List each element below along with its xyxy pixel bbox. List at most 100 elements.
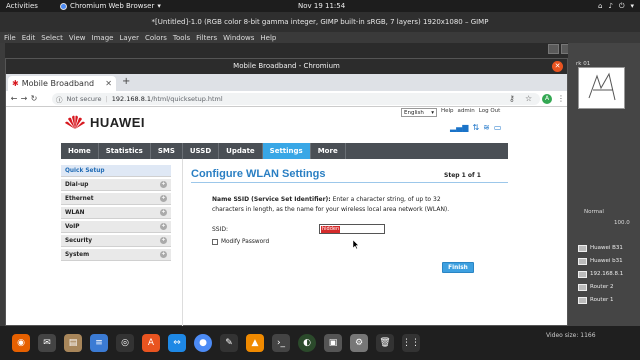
activities-button[interactable]: Activities <box>6 2 38 10</box>
url-host: 192.168.8.1 <box>111 95 152 103</box>
avatar[interactable]: A <box>542 94 552 104</box>
close-window-button[interactable]: ✕ <box>552 61 563 72</box>
rhythmbox-icon[interactable]: ◎ <box>116 334 134 352</box>
help-link[interactable]: Help <box>441 108 454 114</box>
layer-name: 192.168.8.1 <box>590 271 624 277</box>
chevron-down-icon: ▾ <box>157 2 161 10</box>
new-tab-button[interactable]: + <box>122 76 130 87</box>
nav-sms[interactable]: SMS <box>151 143 183 159</box>
system-tray[interactable]: ⌂ ♪ ⏻ ▾ <box>598 2 634 11</box>
language-select[interactable]: English ▾ <box>401 108 437 117</box>
opacity-value[interactable]: 100.0 <box>614 220 630 226</box>
sidebar-item-ethernet[interactable]: Ethernet + <box>61 193 171 205</box>
settings-sidebar: Quick Setup Dial-up + Ethernet + WLAN + VoI… <box>61 165 171 263</box>
sidebar-item-dial-up[interactable]: Dial-up + <box>61 179 171 191</box>
trash-icon[interactable]: 🗑 <box>376 334 394 352</box>
huawei-favicon-icon: ✱ <box>12 79 19 88</box>
layer-mode[interactable]: Normal <box>584 209 604 215</box>
modify-password-label: Modify Password <box>221 239 270 245</box>
checkbox-box[interactable] <box>212 239 218 245</box>
window-title: Mobile Broadband - Chromium <box>233 62 340 70</box>
menu-help[interactable]: Help <box>260 34 276 42</box>
tab-mobile-broadband[interactable]: ✱ Mobile Broadband ✕ <box>8 76 116 91</box>
nav-home[interactable]: Home <box>61 143 99 159</box>
gimp-icon[interactable]: ✎ <box>220 334 238 352</box>
layer-thumb <box>578 296 587 304</box>
close-tab-icon[interactable]: ✕ <box>105 79 112 88</box>
menu-view[interactable]: View <box>69 34 86 42</box>
network-icon: ⌂ <box>598 1 603 10</box>
menu-edit[interactable]: Edit <box>22 34 36 42</box>
back-icon[interactable]: ← <box>9 94 19 103</box>
ssid-label: SSID: <box>212 226 229 233</box>
video-size-readout: Video size: 1166 <box>546 332 596 339</box>
sidebar-item-voip[interactable]: VoIP + <box>61 221 171 233</box>
huawei-flower-icon <box>65 115 85 129</box>
nav-ussd[interactable]: USSD <box>183 143 220 159</box>
expand-icon: + <box>160 251 167 258</box>
layer-row[interactable]: 192.168.8.1 <box>578 269 640 279</box>
sidebar-item-label: System <box>65 251 90 258</box>
terminal-icon[interactable]: ›_ <box>272 334 290 352</box>
menu-filters[interactable]: Filters <box>196 34 217 42</box>
nav-settings[interactable]: Settings <box>262 143 311 159</box>
sidebar-item-system[interactable]: System + <box>61 249 171 261</box>
menu-select[interactable]: Select <box>41 34 63 42</box>
tool-button[interactable] <box>548 44 559 54</box>
video-size-label: Video size: <box>546 332 579 339</box>
expand-icon: + <box>160 237 167 244</box>
vlc-icon[interactable]: ▲ <box>246 334 264 352</box>
menu-icon[interactable]: ⋮ <box>557 94 565 103</box>
power-icon: ⏻ <box>618 1 625 10</box>
layer-thumb <box>578 244 587 252</box>
layer-row[interactable]: Router 1 <box>578 295 640 305</box>
menu-windows[interactable]: Windows <box>223 34 254 42</box>
chromium-icon <box>59 2 67 10</box>
nav-statistics[interactable]: Statistics <box>99 143 151 159</box>
thunderbird-icon[interactable]: ✉ <box>38 334 56 352</box>
brand-name: HUAWEI <box>90 114 145 130</box>
url-path: /html/quicksetup.html <box>151 95 223 103</box>
finish-button[interactable]: Finish <box>442 262 474 273</box>
image-thumbnail[interactable] <box>578 67 625 109</box>
gimp-window-title: *[Untitled]-1.0 (RGB color 8-bit gamma i… <box>0 12 640 32</box>
menu-file[interactable]: File <box>4 34 16 42</box>
status-icons: ▂▄▆ ⇅ ≋ ▭ <box>450 123 501 132</box>
sidebar-item-wlan[interactable]: WLAN + <box>61 207 171 219</box>
mouse-cursor-icon <box>353 240 359 249</box>
admin-link[interactable]: admin <box>458 108 475 114</box>
app-menu[interactable]: Chromium Web Browser ▾ <box>59 2 161 10</box>
nav-more[interactable]: More <box>311 143 346 159</box>
sidebar-item-security[interactable]: Security + <box>61 235 171 247</box>
sidebar-item-quick-setup[interactable]: Quick Setup <box>61 165 171 177</box>
reload-icon[interactable]: ↻ <box>29 94 39 103</box>
layer-row[interactable]: Huawei B31 <box>578 243 640 253</box>
logout-link[interactable]: Log Out <box>479 108 501 114</box>
nav-update[interactable]: Update <box>219 143 263 159</box>
menu-image[interactable]: Image <box>92 34 114 42</box>
star-icon[interactable]: ☆ <box>525 94 532 103</box>
writer-icon[interactable]: ≡ <box>90 334 108 352</box>
settings-icon[interactable]: ⚙ <box>350 334 368 352</box>
firefox-icon[interactable]: ◉ <box>12 334 30 352</box>
address-bar[interactable]: ⓘ Not secure | 192.168.8.1/html/quickset… <box>52 93 540 105</box>
chevron-down-icon: ▾ <box>431 110 434 116</box>
forward-icon[interactable]: → <box>19 94 29 103</box>
software-center-icon[interactable]: A <box>142 334 160 352</box>
screenshot-icon[interactable]: ▣ <box>324 334 342 352</box>
key-icon[interactable]: ⚷ <box>509 94 515 103</box>
menu-colors[interactable]: Colors <box>145 34 167 42</box>
clock[interactable]: Nov 19 11:54 <box>298 2 345 10</box>
menu-layer[interactable]: Layer <box>119 34 139 42</box>
obs-icon[interactable]: ◐ <box>298 334 316 352</box>
teamviewer-icon[interactable]: ⇔ <box>168 334 186 352</box>
layer-thumb <box>578 283 587 291</box>
layer-row[interactable]: Huawei b31 <box>578 256 640 266</box>
divider: | <box>105 95 108 103</box>
files-icon[interactable]: ▤ <box>64 334 82 352</box>
layer-row[interactable]: Router 2 <box>578 282 640 292</box>
show-apps-icon[interactable]: ⋮⋮ <box>402 334 420 352</box>
menu-tools[interactable]: Tools <box>173 34 190 42</box>
modify-password-checkbox[interactable]: Modify Password <box>212 239 269 245</box>
chromium-icon[interactable]: ● <box>194 334 212 352</box>
